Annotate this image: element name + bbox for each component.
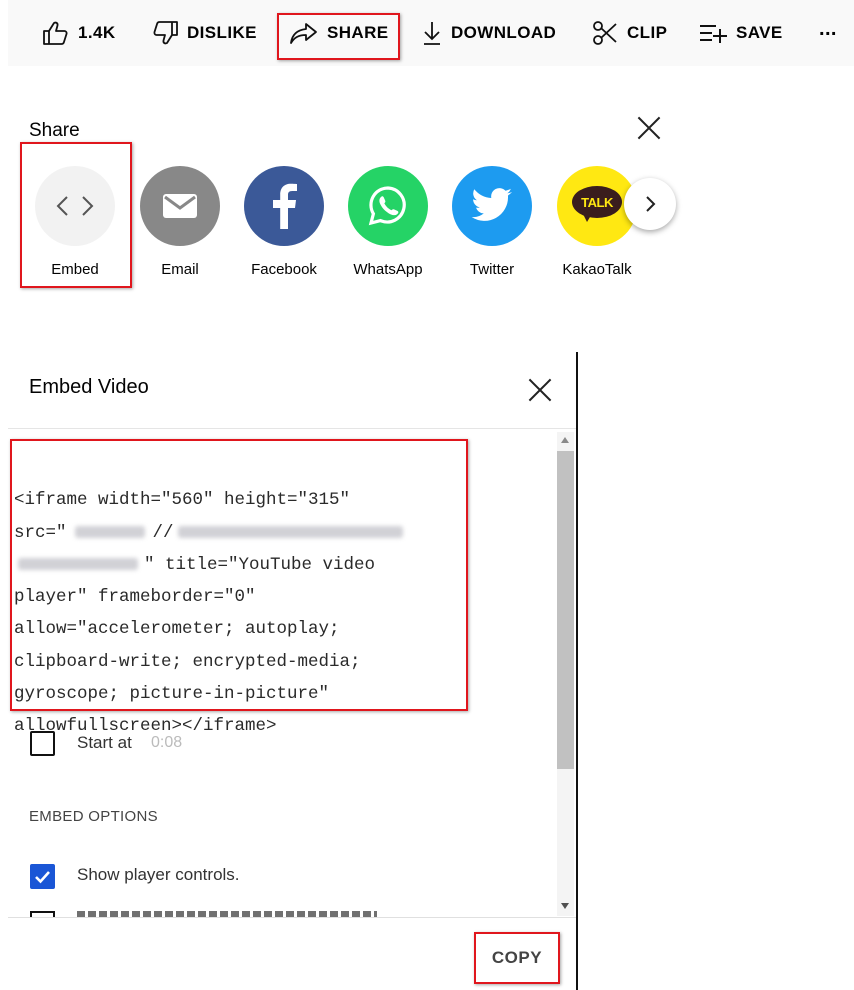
share-target-whatsapp[interactable]: WhatsApp: [336, 166, 440, 278]
like-button[interactable]: 1.4K: [42, 0, 116, 66]
facebook-icon: [244, 166, 324, 246]
download-icon: [424, 22, 440, 45]
email-icon: [140, 166, 220, 246]
scissors-icon: [593, 21, 617, 45]
share-next-button[interactable]: [624, 178, 676, 230]
clip-button[interactable]: CLIP: [591, 0, 667, 66]
save-button[interactable]: SAVE: [698, 0, 783, 66]
embed-options-heading: EMBED OPTIONS: [29, 808, 158, 825]
share-target-label: Twitter: [469, 261, 515, 278]
video-action-bar: 1.4K DISLIKE SHARE DOWNLOAD CLIP SAVE ..…: [8, 0, 854, 66]
more-icon: ...: [819, 17, 837, 40]
share-target-label: WhatsApp: [353, 261, 423, 278]
share-highlight: [277, 13, 400, 60]
scroll-down-icon[interactable]: [561, 903, 569, 909]
playlist-add-icon: [700, 25, 727, 43]
thumbs-up-icon: [43, 21, 68, 45]
chevron-right-icon: [646, 196, 656, 212]
kakao-icon-text: TALK: [581, 195, 613, 210]
embed-panel-border: [576, 352, 578, 990]
start-at-checkbox[interactable]: [30, 731, 55, 756]
whatsapp-icon: [348, 166, 428, 246]
share-title: Share: [29, 120, 80, 141]
show-controls-checkbox[interactable]: [30, 864, 55, 889]
download-label: DOWNLOAD: [451, 23, 557, 42]
embed-code-highlight: [10, 439, 468, 711]
dislike-button[interactable]: DISLIKE: [151, 0, 257, 66]
save-label: SAVE: [736, 23, 783, 42]
thumbs-down-icon: [153, 21, 178, 45]
divider: [8, 428, 576, 429]
twitter-icon: [452, 166, 532, 246]
embed-highlight: [20, 142, 132, 288]
divider: [8, 917, 576, 918]
share-target-twitter[interactable]: Twitter: [440, 166, 544, 278]
embed-title: Embed Video: [29, 376, 149, 398]
share-close-icon[interactable]: [636, 115, 662, 141]
share-target-label: Email: [161, 261, 199, 278]
start-at-label: Start at: [77, 733, 132, 752]
share-target-label: KakaoTalk: [562, 261, 632, 278]
embed-close-icon[interactable]: [527, 377, 553, 403]
scrollbar-thumb[interactable]: [557, 451, 574, 769]
like-count: 1.4K: [78, 23, 116, 42]
clip-label: CLIP: [627, 23, 668, 42]
kakao-bubble: TALK: [572, 186, 622, 226]
start-at-time[interactable]: 0:08: [151, 734, 182, 752]
show-controls-label: Show player controls.: [77, 865, 240, 884]
download-button[interactable]: DOWNLOAD: [421, 0, 556, 66]
copy-highlight: [474, 932, 560, 984]
share-target-facebook[interactable]: Facebook: [232, 166, 336, 278]
share-target-label: Facebook: [251, 261, 317, 278]
share-target-email[interactable]: Email: [128, 166, 232, 278]
dislike-label: DISLIKE: [187, 23, 257, 42]
more-actions-button[interactable]: ...: [819, 0, 837, 62]
checkmark-icon: [35, 871, 50, 884]
scroll-up-icon[interactable]: [561, 437, 569, 443]
